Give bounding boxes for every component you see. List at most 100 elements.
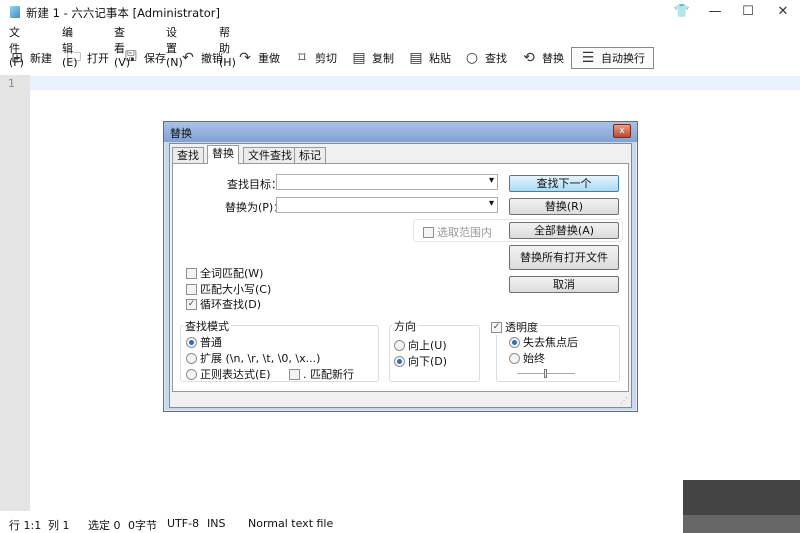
title-bar: 新建 1 - 六六记事本 [Administrator] 👕 — ☐ ✕ [0, 0, 800, 24]
replace-one-button[interactable]: 替换(R) [509, 198, 619, 215]
direction-up-radio[interactable]: 向上(U) [394, 337, 447, 353]
radio-dot [509, 336, 520, 348]
dialog-close-button[interactable]: x [613, 124, 631, 138]
toolbar: ⊞ 新建 🗀 打开 🖫 保存 ↶ 撤销 ↷ 重做 ⌑ 剪切 ▤ 复制 ▤ 粘贴 ○ 查找 ⟲ 替换 … [0, 45, 800, 73]
dialog-body: 查找 替换 文件查找 标记 查找目标： 替换为(P)： 选取范围内 查找下一个 … [169, 143, 632, 408]
open-button[interactable]: 🗀 打开 [66, 47, 109, 69]
minimize-button[interactable]: — [705, 4, 725, 20]
find-next-button[interactable]: 查找下一个 [509, 175, 619, 192]
mode-normal-label: 普通 [200, 336, 222, 349]
find-target-label: 查找目标： [227, 178, 282, 191]
cancel-button[interactable]: 取消 [509, 276, 619, 293]
dot-newline-checkbox[interactable]: . 匹配新行 [289, 366, 354, 382]
mode-normal-radio[interactable]: 普通 [186, 334, 222, 350]
cut-button[interactable]: ⌑ 剪切 [294, 47, 337, 69]
radio-dot [509, 352, 520, 364]
checkbox-box [423, 226, 434, 238]
line-number-gutter [0, 75, 30, 511]
status-line: 行 1:1 [9, 519, 42, 532]
redo-label: 重做 [258, 52, 280, 65]
search-mode-title: 查找模式 [183, 318, 231, 334]
undo-button[interactable]: ↶ 撤销 [180, 47, 223, 69]
status-bar: 行 1:1 列 1 选定 0 0字节 UTF-8 INS Normal text… [0, 512, 800, 533]
match-case-checkbox[interactable]: 匹配大小写(C) [186, 281, 271, 297]
redo-icon: ↷ [239, 50, 251, 66]
in-selection-checkbox[interactable]: 选取范围内 [423, 224, 492, 240]
radio-dot [186, 352, 197, 364]
dialog-title-bar[interactable]: 替换 [164, 122, 637, 142]
new-button[interactable]: ⊞ 新建 [9, 47, 52, 69]
line-number: 1 [8, 77, 15, 90]
wrap-around-checkbox[interactable]: ✓ 循环查找(D) [186, 296, 261, 312]
new-label: 新建 [30, 52, 52, 65]
on-lose-focus-label: 失去焦点后 [523, 336, 578, 349]
new-file-icon: ⊞ [11, 50, 23, 66]
status-column: 列 1 [48, 519, 70, 532]
word-wrap-icon: ☰ [581, 50, 595, 66]
mode-regex-radio[interactable]: 正则表达式(E) [186, 366, 271, 382]
skin-icon[interactable]: 👕 [672, 4, 692, 20]
always-radio[interactable]: 始终 [509, 350, 545, 366]
mode-extended-radio[interactable]: 扩展 (\n, \r, \t, \0, \x...) [186, 350, 320, 366]
whole-word-checkbox[interactable]: 全词匹配(W) [186, 265, 263, 281]
checkmark-icon: ✓ [491, 321, 502, 333]
find-label: 查找 [485, 52, 507, 65]
radio-dot [394, 355, 405, 367]
replace-button[interactable]: ⟲ 替换 [521, 47, 564, 69]
copy-button[interactable]: ▤ 复制 [351, 47, 394, 69]
replace-with-input[interactable] [276, 197, 498, 213]
status-selection: 选定 0 [88, 519, 121, 532]
on-lose-focus-radio[interactable]: 失去焦点后 [509, 334, 578, 350]
cut-label: 剪切 [315, 52, 337, 65]
dialog-title: 替换 [170, 127, 192, 140]
mode-regex-label: 正则表达式(E) [200, 368, 271, 381]
always-label: 始终 [523, 352, 545, 365]
tab-file-find[interactable]: 文件查找 [243, 147, 297, 163]
whole-word-label: 全词匹配(W) [200, 267, 264, 280]
direction-title: 方向 [392, 318, 418, 334]
tab-replace[interactable]: 替换 [207, 145, 239, 164]
status-file-type: Normal text file [248, 517, 334, 530]
status-bytes: 0字节 [128, 519, 157, 532]
paste-button[interactable]: ▤ 粘贴 [408, 47, 451, 69]
checkbox-box [289, 368, 300, 380]
match-case-label: 匹配大小写(C) [200, 283, 272, 296]
undo-icon: ↶ [182, 50, 194, 66]
save-button[interactable]: 🖫 保存 [123, 47, 166, 69]
editor-current-line[interactable] [30, 76, 800, 90]
open-label: 打开 [87, 52, 109, 65]
replace-icon: ⟲ [523, 50, 535, 66]
replace-all-open-files-button[interactable]: 替换所有打开文件 [509, 245, 619, 270]
in-selection-label: 选取范围内 [437, 226, 492, 239]
replace-dialog: 替换 x 查找 替换 文件查找 标记 查找目标： 替换为(P)： 选取范围内 查… [163, 121, 638, 412]
radio-dot [186, 368, 197, 380]
word-wrap-label: 自动换行 [601, 52, 645, 65]
find-button[interactable]: ○ 查找 [464, 47, 507, 69]
slider-thumb[interactable] [544, 369, 547, 378]
wrap-around-label: 循环查找(D) [200, 298, 262, 311]
transparency-slider[interactable] [517, 369, 575, 378]
save-icon: 🖫 [125, 49, 137, 65]
transparency-checkbox[interactable]: ✓ 透明度 [489, 319, 540, 335]
direction-down-radio[interactable]: 向下(D) [394, 353, 447, 369]
copy-icon: ▤ [352, 50, 366, 66]
tab-mark[interactable]: 标记 [294, 147, 326, 163]
replace-panel: 查找目标： 替换为(P)： 选取范围内 查找下一个 替换(R) 全部替换(A) … [172, 163, 629, 392]
find-target-input[interactable] [276, 174, 498, 190]
word-wrap-button[interactable]: ☰ 自动换行 [571, 47, 654, 69]
redo-button[interactable]: ↷ 重做 [237, 47, 280, 69]
maximize-button[interactable]: ☐ [738, 4, 758, 20]
save-label: 保存 [144, 52, 166, 65]
radio-dot [394, 339, 405, 351]
replace-all-button[interactable]: 全部替换(A) [509, 222, 619, 239]
replace-label: 替换 [542, 52, 564, 65]
checkmark-icon: ✓ [186, 298, 197, 310]
radio-dot [186, 336, 197, 348]
checkbox-box [186, 267, 197, 279]
close-button[interactable]: ✕ [773, 4, 793, 20]
resize-grip[interactable]: ⋰ [620, 396, 628, 405]
folder-icon: 🗀 [67, 49, 81, 65]
undo-label: 撤销 [201, 52, 223, 65]
tab-find[interactable]: 查找 [172, 147, 204, 163]
paste-label: 粘贴 [429, 52, 451, 65]
